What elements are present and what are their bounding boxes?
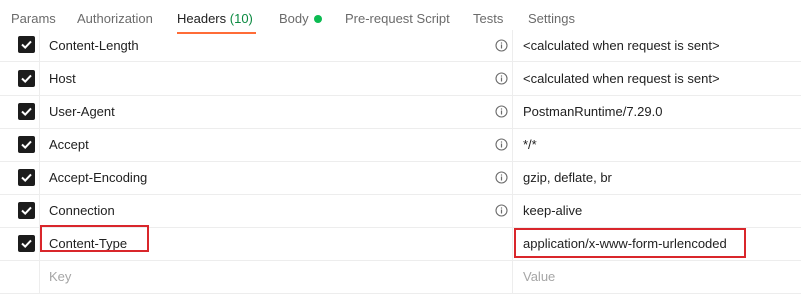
info-icon[interactable]	[495, 138, 508, 151]
header-value: gzip, deflate, br	[523, 170, 612, 185]
row-check-cell	[0, 161, 40, 194]
checkmark-icon	[21, 140, 32, 150]
info-icon[interactable]	[495, 39, 508, 52]
row-key-cell[interactable]: Content-Length	[40, 30, 513, 61]
tab-headers-label: Headers	[177, 11, 227, 26]
checkmark-icon	[21, 206, 32, 216]
table-row: User-Agent PostmanRuntime/7.29.0	[0, 95, 801, 129]
info-icon[interactable]	[495, 105, 508, 118]
new-key-input[interactable]: Key	[40, 260, 513, 293]
row-check-cell	[0, 128, 40, 161]
row-checkbox[interactable]	[18, 136, 35, 153]
checkmark-icon	[21, 40, 32, 50]
row-value-cell[interactable]: PostmanRuntime/7.29.0	[513, 95, 801, 128]
row-key-cell[interactable]: Host	[40, 62, 513, 95]
header-key: Connection	[49, 203, 115, 218]
tab-authorization-label: Authorization	[77, 11, 153, 26]
content-type-key-highlight	[40, 225, 149, 252]
info-icon[interactable]	[495, 72, 508, 85]
row-checkbox[interactable]	[18, 169, 35, 186]
header-value: PostmanRuntime/7.29.0	[523, 104, 663, 119]
tab-params-label: Params	[11, 11, 56, 26]
row-check-cell	[0, 260, 40, 293]
row-key-cell[interactable]: Connection	[40, 194, 513, 227]
tab-settings[interactable]: Settings	[528, 0, 575, 34]
tab-params[interactable]: Params	[11, 0, 56, 34]
row-checkbox[interactable]	[18, 70, 35, 87]
table-row: Connection keep-alive	[0, 194, 801, 228]
checkmark-icon	[21, 239, 32, 249]
table-row: Accept-Encoding gzip, deflate, br	[0, 161, 801, 195]
tab-body-label: Body	[279, 11, 309, 26]
row-checkbox[interactable]	[18, 36, 35, 53]
tab-headers[interactable]: Headers (10)	[177, 0, 253, 34]
header-key: User-Agent	[49, 104, 115, 119]
tab-authorization[interactable]: Authorization	[77, 0, 153, 34]
header-value: <calculated when request is sent>	[523, 71, 720, 86]
row-checkbox[interactable]	[18, 202, 35, 219]
new-value-input[interactable]: Value	[513, 260, 801, 293]
header-key: Host	[49, 71, 76, 86]
tab-tests[interactable]: Tests	[473, 0, 503, 34]
request-tabs: Params Authorization Headers (10) Body P…	[0, 0, 801, 34]
checkmark-icon	[21, 173, 32, 183]
header-value: */*	[523, 137, 537, 152]
info-icon[interactable]	[495, 171, 508, 184]
row-key-cell[interactable]: User-Agent	[40, 95, 513, 128]
row-value-cell[interactable]: */*	[513, 128, 801, 161]
tab-tests-label: Tests	[473, 11, 504, 26]
row-checkbox[interactable]	[18, 103, 35, 120]
header-value: keep-alive	[523, 203, 583, 218]
row-key-cell[interactable]: Accept	[40, 128, 513, 161]
checkmark-icon	[21, 74, 32, 84]
row-value-cell[interactable]: keep-alive	[513, 194, 801, 227]
tab-settings-label: Settings	[528, 11, 575, 26]
checkmark-icon	[21, 107, 32, 117]
header-key: Accept-Encoding	[49, 170, 148, 185]
green-dot-icon	[313, 15, 322, 23]
row-checkbox[interactable]	[18, 235, 35, 252]
header-key: Content-Length	[49, 38, 139, 53]
header-key: Accept	[49, 137, 89, 152]
table-row: Host <calculated when request is sent>	[0, 62, 801, 96]
value-placeholder: Value	[523, 269, 556, 284]
row-check-cell	[0, 227, 40, 260]
tab-headers-count: (10)	[229, 11, 253, 26]
key-placeholder: Key	[49, 269, 72, 284]
row-check-cell	[0, 194, 40, 227]
tab-pre-request-script[interactable]: Pre-request Script	[345, 0, 450, 34]
row-check-cell	[0, 30, 40, 61]
content-type-value-highlight	[514, 228, 746, 258]
header-value: <calculated when request is sent>	[523, 38, 720, 53]
row-key-cell[interactable]: Accept-Encoding	[40, 161, 513, 194]
row-value-cell[interactable]: <calculated when request is sent>	[513, 62, 801, 95]
tab-pre-request-script-label: Pre-request Script	[345, 11, 450, 26]
row-check-cell	[0, 62, 40, 95]
new-header-row: Key Value	[0, 260, 801, 294]
tab-body[interactable]: Body	[279, 0, 322, 34]
table-row: Content-Length <calculated when request …	[0, 30, 801, 62]
table-row: Accept */*	[0, 128, 801, 162]
info-icon[interactable]	[495, 204, 508, 217]
row-check-cell	[0, 95, 40, 128]
row-value-cell[interactable]: gzip, deflate, br	[513, 161, 801, 194]
row-value-cell[interactable]: <calculated when request is sent>	[513, 30, 801, 61]
